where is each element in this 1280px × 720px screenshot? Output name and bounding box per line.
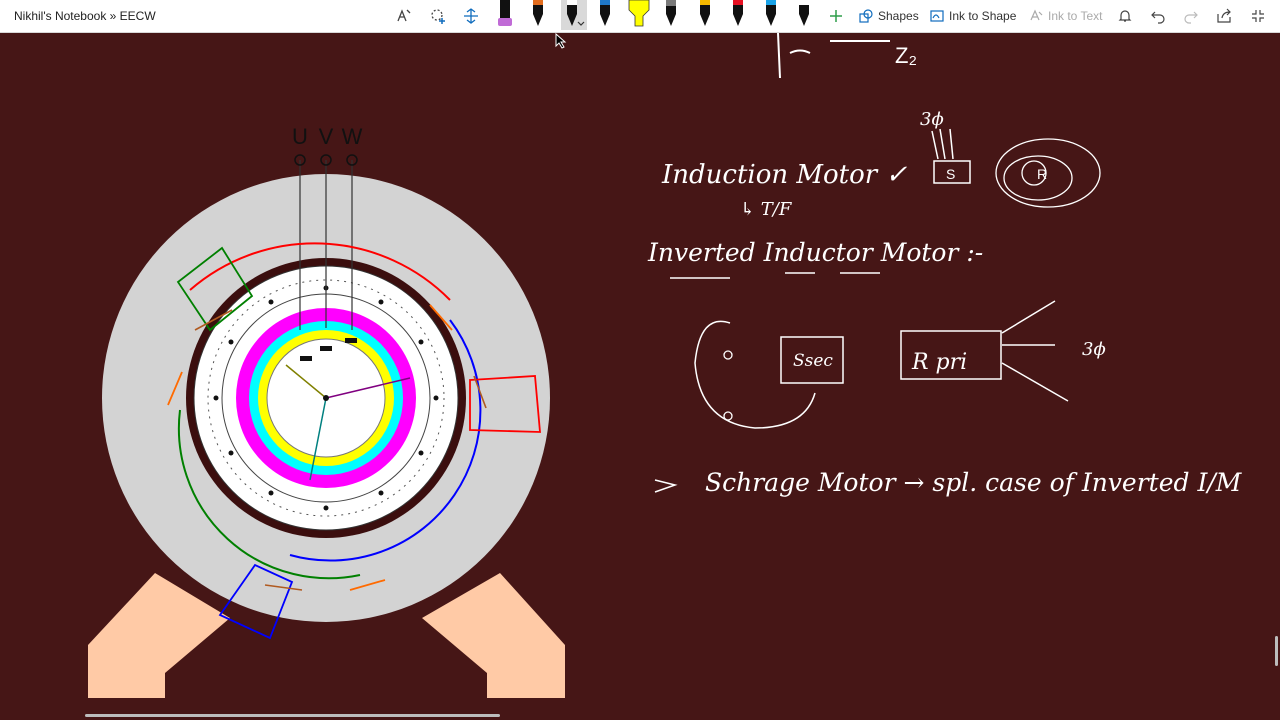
note-inverted-inductor-motor: Inverted Inductor Motor :- (647, 238, 983, 267)
motor-stand-left (88, 573, 230, 698)
pen-tool-2[interactable] (528, 0, 548, 30)
note-label-s: S (946, 166, 955, 182)
pen-tool-1[interactable] (495, 0, 515, 30)
ink-to-text-label: Ink to Text (1048, 9, 1103, 23)
ink-to-shape-button[interactable]: Ink to Shape (929, 6, 1016, 26)
shapes-button[interactable]: Shapes (858, 6, 919, 26)
note-rpri: R pri (911, 350, 967, 375)
note-ssec: Ssec (793, 351, 833, 371)
pen-tool-cyan[interactable] (761, 0, 781, 30)
pen-tool-gray[interactable] (661, 0, 681, 30)
note-schrage-motor: Schrage Motor → spl. case of Inverted I/… (705, 468, 1243, 497)
shapes-icon (859, 9, 873, 23)
note-induction-motor: Induction Motor ✓ (661, 160, 907, 190)
terminal-label-w: W (342, 124, 363, 149)
note-label-r: R (1037, 166, 1047, 182)
redo-icon[interactable] (1179, 4, 1203, 28)
note-3phi-right: 3ϕ (1082, 339, 1106, 360)
pen-tool-3-selected[interactable] (561, 0, 587, 30)
slip-ring-motor-diagram: U V W (88, 124, 565, 698)
pen-tool-red[interactable] (728, 0, 748, 30)
handwritten-notes: Z₂ Induction Motor ✓ ↳ T/F Inverted Indu… (647, 33, 1243, 497)
ink-to-text-icon (1030, 9, 1043, 21)
note-top-fragment: Z₂ (895, 43, 917, 68)
note-tf: ↳ T/F (740, 199, 793, 220)
ink-to-text-button[interactable]: Ink to Text (1028, 6, 1102, 26)
share-icon[interactable] (1212, 4, 1236, 28)
add-pen-icon[interactable] (824, 4, 848, 28)
motor-stand-right (422, 573, 565, 698)
breadcrumb[interactable]: Nikhil's Notebook » EECW (14, 9, 156, 23)
undo-icon[interactable] (1146, 4, 1170, 28)
ink-to-shape-label: Ink to Shape (949, 9, 1017, 23)
notebook-canvas[interactable]: U V W Z₂ Induction Motor ✓ ↳ T/F Inverte… (0, 33, 1280, 720)
vertical-scrollbar[interactable] (1275, 636, 1278, 666)
bell-icon[interactable] (1113, 4, 1137, 28)
terminal-label-u: U (292, 124, 308, 149)
terminal-label-v: V (319, 124, 334, 149)
shapes-label: Shapes (878, 9, 919, 23)
add-space-icon[interactable] (459, 4, 483, 28)
mouse-cursor-icon (555, 33, 567, 49)
ribbon-toolbar: Nikhil's Notebook » EECW Shapes Ink to S… (0, 0, 1280, 33)
pen-tool-black[interactable] (794, 0, 814, 30)
horizontal-scrollbar[interactable] (85, 714, 500, 717)
note-3phi-top: 3ϕ (920, 109, 944, 130)
pen-tool-gold[interactable] (695, 0, 715, 30)
pen-tool-4[interactable] (595, 0, 615, 30)
lasso-select-icon[interactable] (392, 4, 416, 28)
lasso-add-icon[interactable] (426, 4, 450, 28)
ink-to-shape-icon (930, 10, 944, 22)
highlighter-tool-yellow[interactable] (627, 0, 651, 30)
fullscreen-exit-icon[interactable] (1246, 4, 1270, 28)
